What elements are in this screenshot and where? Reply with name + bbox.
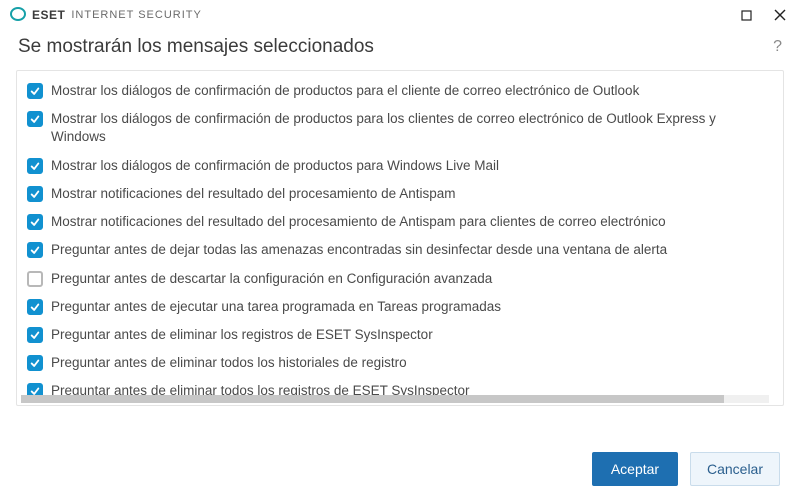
dialog-footer: Aceptar Cancelar	[0, 438, 800, 500]
option-label: Mostrar los diálogos de confirmación de …	[51, 157, 499, 175]
horizontal-scrollbar[interactable]	[21, 395, 769, 403]
check-icon	[30, 330, 40, 340]
brand: ESET INTERNET SECURITY	[10, 6, 202, 25]
option-label: Preguntar antes de dejar todas las amena…	[51, 241, 667, 259]
option-row[interactable]: Mostrar los diálogos de confirmación de …	[25, 105, 775, 151]
titlebar: ESET INTERNET SECURITY	[0, 0, 800, 30]
check-icon	[30, 217, 40, 227]
dialog-header: Se mostrarán los mensajes seleccionados …	[0, 30, 800, 70]
check-icon	[30, 161, 40, 171]
option-row[interactable]: Preguntar antes de eliminar todos los hi…	[25, 349, 775, 377]
brand-logo-icon	[10, 6, 26, 25]
option-row[interactable]: Preguntar antes de dejar todas las amena…	[25, 236, 775, 264]
check-icon	[30, 86, 40, 96]
option-row[interactable]: Mostrar notificaciones del resultado del…	[25, 208, 775, 236]
checkbox[interactable]	[27, 111, 43, 127]
brand-product: INTERNET SECURITY	[71, 9, 201, 21]
option-label: Mostrar los diálogos de confirmación de …	[51, 110, 773, 146]
horizontal-scrollbar-thumb[interactable]	[21, 395, 724, 403]
checkbox[interactable]	[27, 299, 43, 315]
help-icon: ?	[773, 38, 782, 55]
option-row[interactable]: Mostrar los diálogos de confirmación de …	[25, 152, 775, 180]
option-row[interactable]: Preguntar antes de eliminar los registro…	[25, 321, 775, 349]
check-icon	[30, 245, 40, 255]
option-label: Mostrar notificaciones del resultado del…	[51, 213, 666, 231]
check-icon	[30, 302, 40, 312]
check-icon	[30, 114, 40, 124]
close-icon	[774, 9, 786, 21]
checkbox[interactable]	[27, 214, 43, 230]
option-label: Mostrar los diálogos de confirmación de …	[51, 82, 639, 100]
option-row[interactable]: Preguntar antes de descartar la configur…	[25, 265, 775, 293]
help-button[interactable]: ?	[773, 38, 782, 56]
option-row[interactable]: Preguntar antes de ejecutar una tarea pr…	[25, 293, 775, 321]
checkbox[interactable]	[27, 83, 43, 99]
accept-button[interactable]: Aceptar	[592, 452, 678, 486]
option-row[interactable]: Mostrar notificaciones del resultado del…	[25, 180, 775, 208]
check-icon	[30, 189, 40, 199]
checkbox[interactable]	[27, 158, 43, 174]
checkbox[interactable]	[27, 242, 43, 258]
options-panel: Mostrar los diálogos de confirmación de …	[16, 70, 784, 406]
check-icon	[30, 358, 40, 368]
option-label: Preguntar antes de eliminar los registro…	[51, 326, 433, 344]
checkbox[interactable]	[27, 327, 43, 343]
option-row[interactable]: Mostrar los diálogos de confirmación de …	[25, 77, 775, 105]
close-button[interactable]	[766, 4, 794, 26]
brand-name: ESET	[32, 8, 65, 22]
maximize-button[interactable]	[732, 4, 760, 26]
cancel-button-label: Cancelar	[707, 461, 763, 477]
accept-button-label: Aceptar	[611, 461, 659, 477]
checkbox[interactable]	[27, 355, 43, 371]
options-list[interactable]: Mostrar los diálogos de confirmación de …	[17, 71, 783, 405]
maximize-icon	[741, 10, 752, 21]
checkbox[interactable]	[27, 186, 43, 202]
window-controls	[732, 4, 794, 26]
option-label: Preguntar antes de ejecutar una tarea pr…	[51, 298, 501, 316]
option-label: Preguntar antes de descartar la configur…	[51, 270, 492, 288]
option-label: Mostrar notificaciones del resultado del…	[51, 185, 455, 203]
dialog-title: Se mostrarán los mensajes seleccionados	[18, 36, 374, 58]
option-label: Preguntar antes de eliminar todos los hi…	[51, 354, 407, 372]
checkbox[interactable]	[27, 271, 43, 287]
cancel-button[interactable]: Cancelar	[690, 452, 780, 486]
